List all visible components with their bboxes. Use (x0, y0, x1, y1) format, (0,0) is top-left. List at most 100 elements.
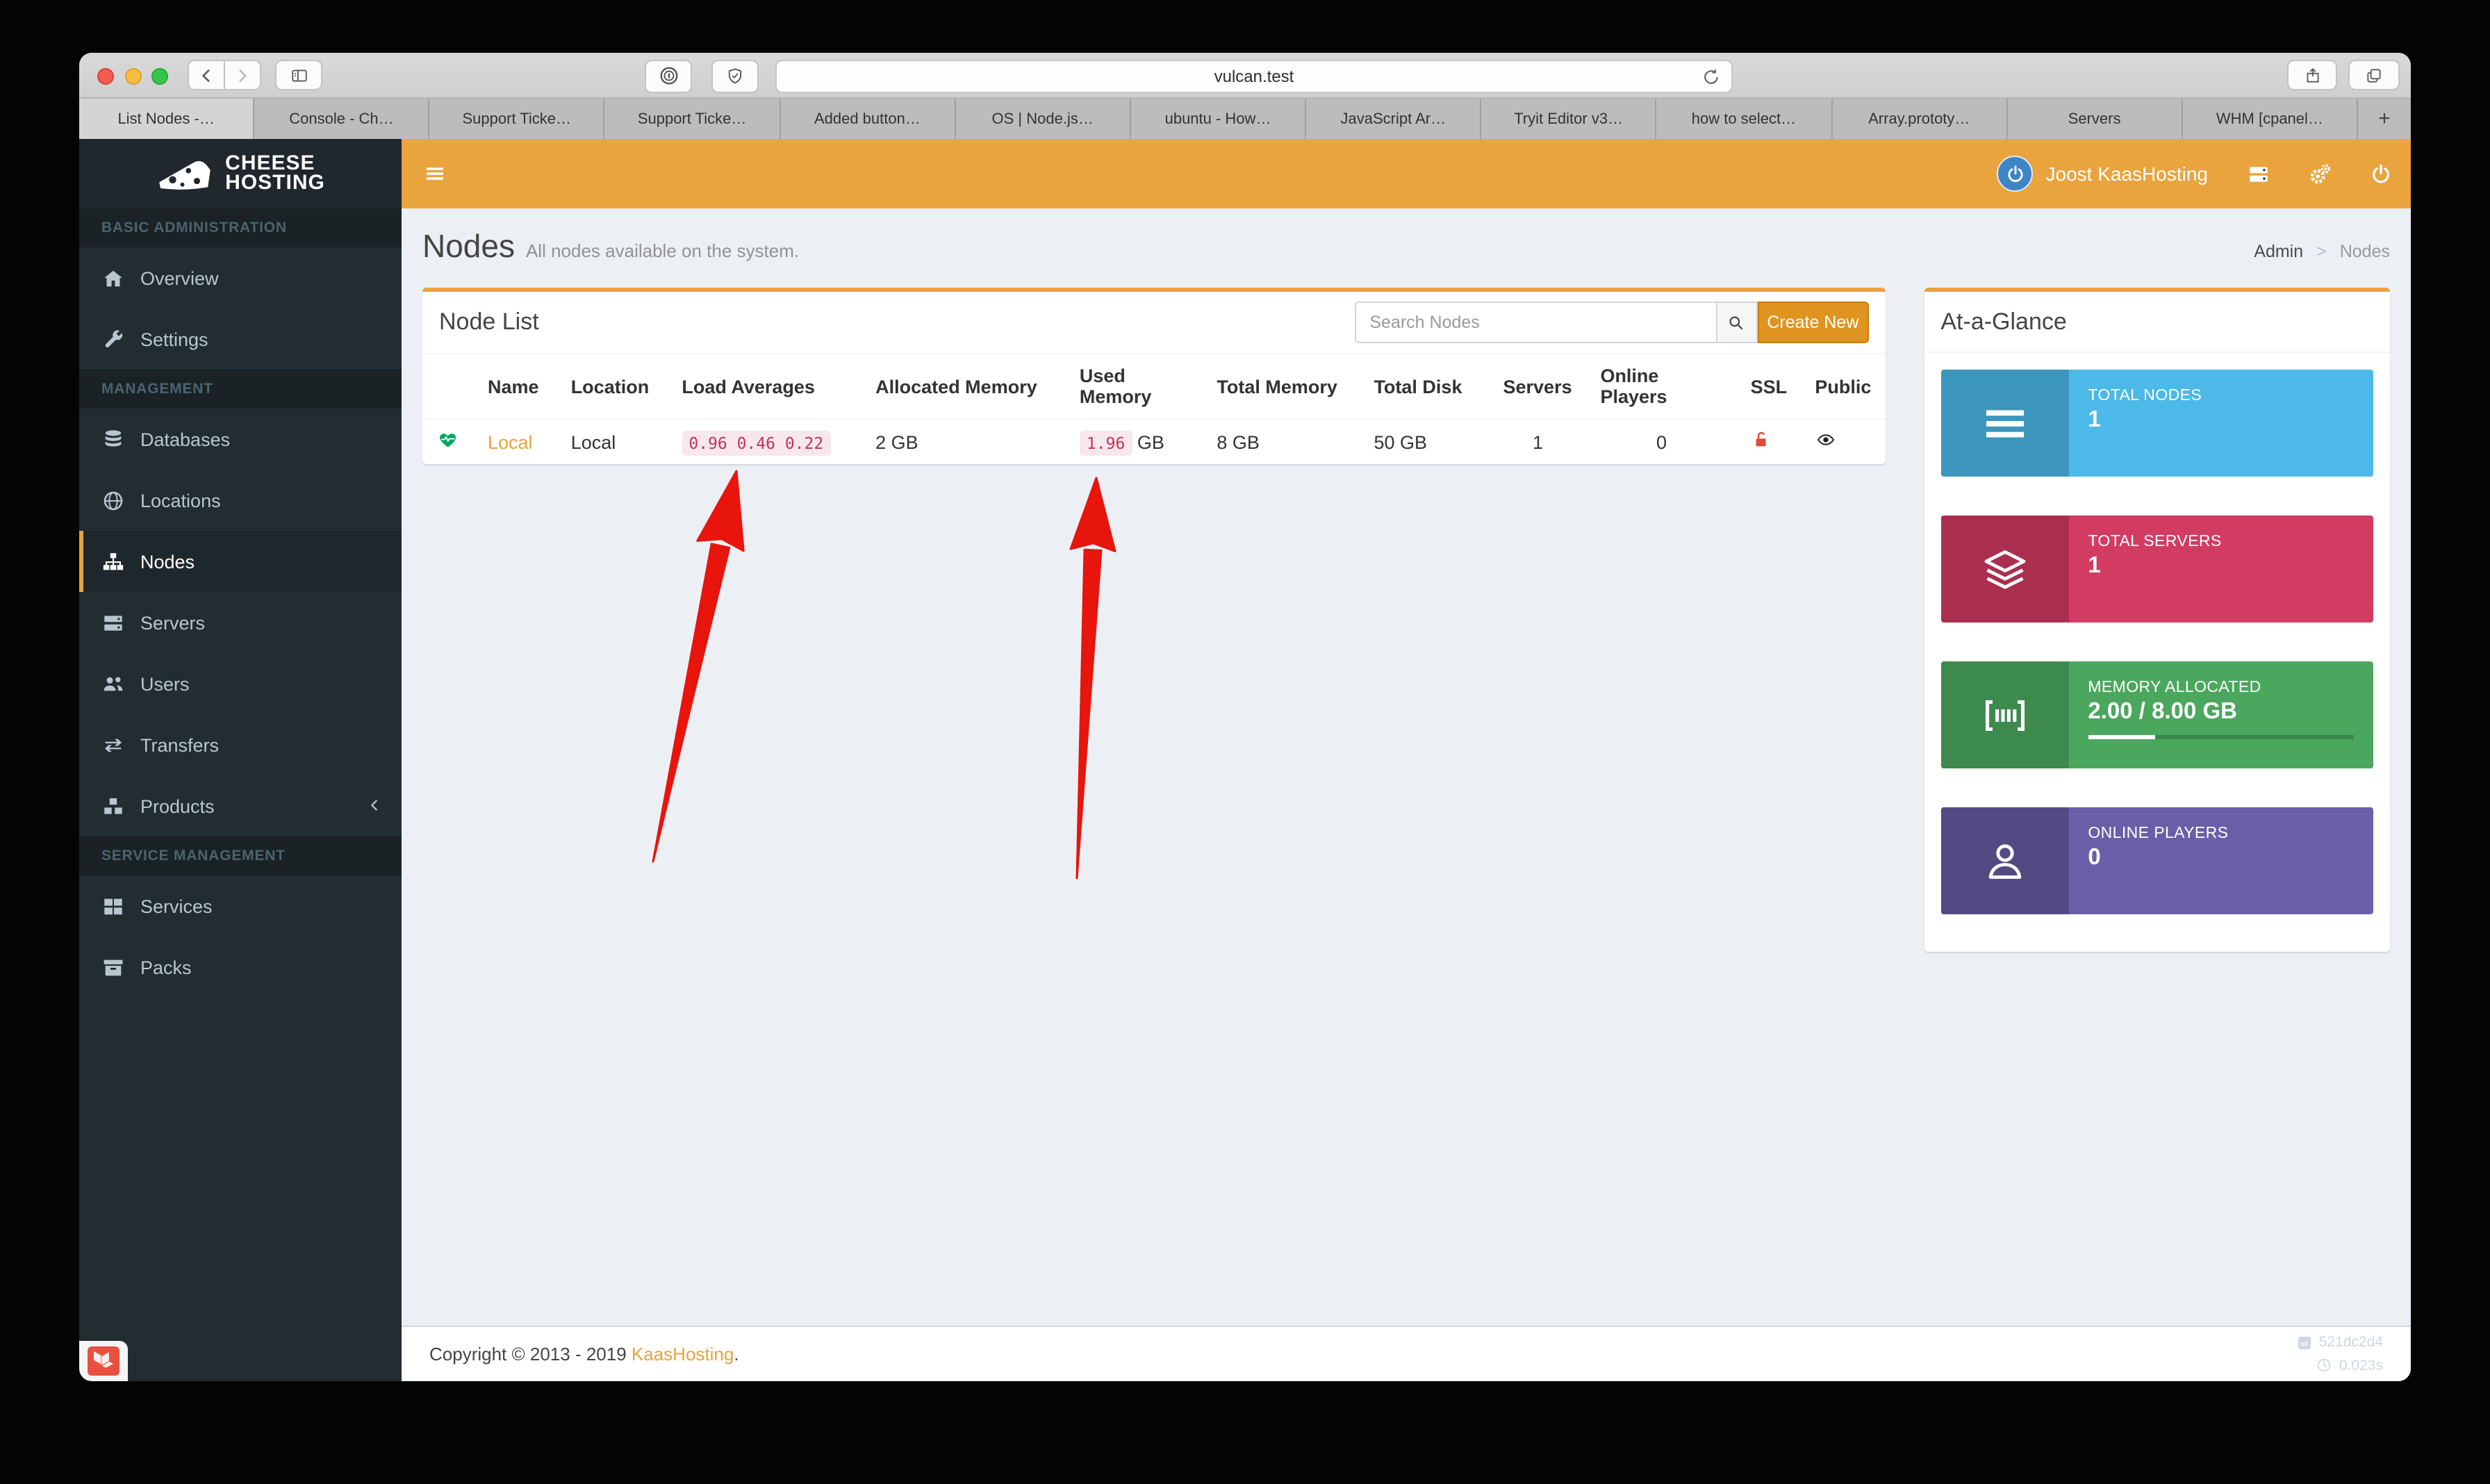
eye-icon (1815, 431, 1837, 449)
sidebar-item-overview[interactable]: Overview (79, 247, 402, 308)
debug-meta: 521dc2d4 0.023s (2297, 1330, 2383, 1377)
content-area: Nodes All nodes available on the system.… (402, 208, 2411, 1326)
grid-icon (101, 894, 125, 918)
tab-tryit-editor[interactable]: Tryit Editor v3… (1482, 99, 1657, 139)
brand-logo[interactable]: CHEESE HOSTING (79, 139, 402, 208)
back-button[interactable] (188, 60, 225, 90)
user-menu[interactable]: Joost KaasHosting (1978, 139, 2227, 208)
brand-text: CHEESE HOSTING (225, 154, 325, 194)
card-label: TOTAL NODES (2088, 388, 2354, 404)
nodes-table: Name Location Load Averages Allocated Me… (422, 354, 1885, 464)
tab-support-1[interactable]: Support Ticke… (430, 99, 605, 139)
laravel-debugbar-button[interactable] (79, 1341, 128, 1381)
laravel-icon (88, 1346, 119, 1376)
home-icon (101, 266, 125, 290)
sidebar-collapse-button[interactable] (402, 139, 468, 208)
load-averages-badge: 0.96 0.46 0.22 (682, 430, 830, 455)
minimize-window-button[interactable] (124, 67, 141, 84)
tab-added-button[interactable]: Added button… (780, 99, 955, 139)
address-bar[interactable]: vulcan.test (775, 59, 1733, 92)
sidebar-item-products[interactable]: Products (79, 775, 402, 836)
column-ssl: SSL (1737, 354, 1801, 419)
new-tab-button[interactable]: + (2358, 99, 2411, 139)
browser-window: vulcan.test List Nodes -… Console - Ch… … (79, 53, 2411, 1381)
user-name: Joost KaasHosting (2046, 163, 2208, 185)
sidebar-item-databases[interactable]: Databases (79, 409, 402, 470)
archive-icon (101, 955, 125, 979)
kaashosting-link[interactable]: KaasHosting (632, 1344, 734, 1365)
card-label: ONLINE PLAYERS (2088, 825, 2354, 842)
page-subtitle: All nodes available on the system. (526, 240, 799, 261)
sidebar-item-services[interactable]: Services (79, 875, 402, 937)
zoom-window-button[interactable] (151, 67, 168, 84)
browser-toolbar: vulcan.test (79, 53, 2411, 99)
users-icon (101, 672, 125, 695)
database-icon (101, 427, 125, 451)
url-text: vulcan.test (1214, 66, 1294, 85)
create-new-button[interactable]: Create New (1757, 302, 1868, 343)
breadcrumb-separator: > (2316, 242, 2327, 261)
cheese-logo-icon (156, 154, 214, 193)
tab-ubuntu[interactable]: ubuntu - How… (1131, 99, 1306, 139)
screenshot-stage: vulcan.test List Nodes -… Console - Ch… … (0, 0, 2490, 1484)
column-used-memory: Used Memory (1066, 354, 1203, 419)
search-icon (1727, 313, 1745, 331)
chevron-left-icon (367, 797, 382, 812)
shield-extension-button[interactable] (711, 59, 759, 92)
share-button[interactable] (2287, 60, 2337, 90)
tab-array-prototype[interactable]: Array.prototy… (1832, 99, 2007, 139)
breadcrumb-admin[interactable]: Admin (2254, 242, 2303, 261)
load-time: 0.023s (2339, 1354, 2383, 1378)
memory-icon (1940, 661, 2068, 768)
server-icon (101, 611, 125, 634)
allocated-memory-value: 2 GB (861, 419, 1066, 464)
tab-whm-cpanel[interactable]: WHM [cpanel… (2183, 99, 2358, 139)
close-window-button[interactable] (97, 67, 114, 84)
password-extension-button[interactable] (645, 59, 692, 92)
avatar (1997, 156, 2034, 192)
search-button[interactable] (1715, 302, 1757, 343)
tab-servers[interactable]: Servers (2007, 99, 2182, 139)
total-disk-value: 50 GB (1360, 419, 1489, 464)
tab-overview-button[interactable] (2348, 60, 2400, 90)
column-load-averages: Load Averages (668, 354, 861, 419)
node-name-link[interactable]: Local (488, 431, 533, 452)
tab-os-nodejs[interactable]: OS | Node.js… (956, 99, 1131, 139)
topbar-servers-button[interactable] (2227, 139, 2289, 208)
onepassword-icon (658, 65, 679, 86)
sidebar-toggle-button[interactable] (275, 60, 322, 90)
sidebar-item-servers[interactable]: Servers (79, 592, 402, 653)
node-list-panel: Node List Create New (422, 288, 1885, 464)
topbar: Joost KaasHosting (402, 139, 2411, 208)
sidebar-item-nodes[interactable]: Nodes (79, 531, 402, 592)
tab-support-2[interactable]: Support Ticke… (605, 99, 780, 139)
column-status (422, 354, 474, 419)
memory-allocated-card: MEMORY ALLOCATED 2.00 / 8.00 GB (1940, 661, 2373, 768)
card-value: 2.00 / 8.00 GB (2088, 699, 2354, 725)
servers-count: 1 (1490, 419, 1587, 464)
sidebar-item-settings[interactable]: Settings (79, 308, 402, 370)
power-logo-icon (2005, 163, 2026, 184)
reload-icon[interactable] (1701, 66, 1722, 87)
sidebar-item-transfers[interactable]: Transfers (79, 714, 402, 775)
shield-check-icon (725, 66, 745, 85)
topbar-logout-button[interactable] (2350, 139, 2411, 208)
card-value: 1 (2088, 553, 2354, 579)
tab-javascript[interactable]: JavaScript Ar… (1306, 99, 1481, 139)
forward-button[interactable] (224, 60, 261, 90)
sidebar-item-users[interactable]: Users (79, 653, 402, 714)
tab-console[interactable]: Console - Ch… (254, 99, 429, 139)
tab-how-to-select[interactable]: how to select… (1657, 99, 1832, 139)
search-input[interactable] (1354, 302, 1715, 343)
card-label: MEMORY ALLOCATED (2088, 679, 2354, 696)
topbar-settings-button[interactable] (2289, 139, 2350, 208)
online-players-card: ONLINE PLAYERS 0 (1940, 807, 2373, 914)
tab-list-nodes[interactable]: List Nodes -… (79, 99, 254, 139)
sidebar-item-packs[interactable]: Packs (79, 937, 402, 998)
globe-icon (101, 488, 125, 512)
column-name: Name (474, 354, 557, 419)
sidebar-item-locations[interactable]: Locations (79, 470, 402, 531)
git-hash: 521dc2d4 (2319, 1330, 2383, 1354)
column-total-disk: Total Disk (1360, 354, 1489, 419)
hamburger-icon (424, 163, 446, 185)
